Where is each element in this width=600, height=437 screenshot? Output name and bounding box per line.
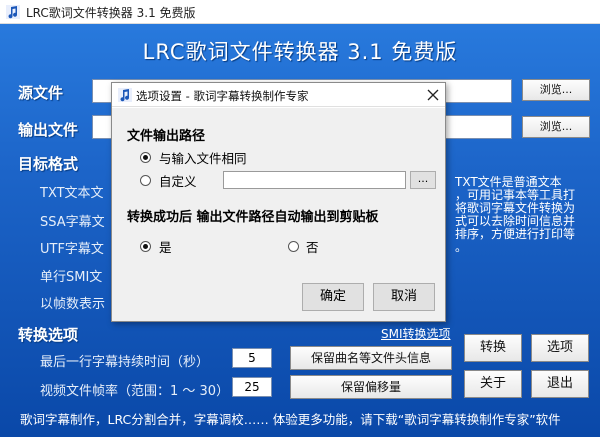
options-dialog: 选项设置 - 歌词字幕转换制作专家 文件输出路径 与输入文件相同 自定义 ...…: [111, 82, 446, 322]
about-button[interactable]: 关于: [464, 370, 522, 398]
footer-promo: 歌词字幕制作，LRC分割合并，字幕调校…… 体验更多功能，请下载“歌词字幕转换制…: [20, 412, 561, 427]
app-banner: LRC歌词文件转换器 3.1 免费版: [142, 40, 458, 64]
format-option-ssa[interactable]: SSA字幕文: [40, 211, 105, 230]
clipboard-no-label[interactable]: 否: [306, 237, 319, 256]
convert-button[interactable]: 转换: [464, 334, 522, 362]
clipboard-yes-radio[interactable]: [140, 241, 151, 252]
output-path-section-title: 文件输出路径: [127, 129, 206, 144]
custom-path-radio[interactable]: [140, 175, 151, 186]
source-file-label: 源文件: [18, 84, 64, 102]
framerate-label: 视频文件帧率（范围：1 ～ 30）: [40, 384, 230, 399]
dialog-body: 文件输出路径 与输入文件相同 自定义 ... 转换成功后 输出文件路径自动输出到…: [112, 108, 445, 321]
keep-header-button[interactable]: 保留曲名等文件头信息: [290, 346, 452, 370]
clipboard-no-radio[interactable]: [288, 241, 299, 252]
smi-options-link[interactable]: SMI转换选项: [381, 325, 451, 342]
music-note-icon: [118, 88, 132, 102]
window-title: LRC歌词文件转换器 3.1 免费版: [26, 6, 196, 20]
source-browse-button[interactable]: 浏览...: [522, 79, 590, 101]
conversion-options-label: 转换选项: [18, 326, 79, 344]
output-browse-button[interactable]: 浏览...: [522, 116, 590, 138]
exit-button[interactable]: 退出: [531, 370, 589, 398]
same-as-input-label[interactable]: 与输入文件相同: [159, 148, 247, 167]
clipboard-section-title: 转换成功后 输出文件路径自动输出到剪贴板: [127, 210, 379, 225]
format-option-txt[interactable]: TXT文本文: [40, 182, 104, 201]
format-option-smi[interactable]: 单行SMI文: [40, 266, 102, 285]
close-icon[interactable]: [424, 86, 442, 104]
target-format-label: 目标格式: [18, 155, 79, 173]
keep-offset-button[interactable]: 保留偏移量: [290, 375, 452, 399]
custom-path-label[interactable]: 自定义: [159, 171, 197, 190]
output-file-label: 输出文件: [18, 121, 79, 139]
format-option-utf[interactable]: UTF字幕文: [40, 238, 104, 257]
custom-path-input[interactable]: [223, 171, 406, 189]
duration-label: 最后一行字幕持续时间（秒）: [40, 355, 210, 370]
same-as-input-radio[interactable]: [140, 152, 151, 163]
duration-input[interactable]: 5: [232, 348, 272, 368]
framerate-input[interactable]: 25: [232, 377, 272, 397]
ok-button[interactable]: 确定: [302, 283, 364, 311]
clipboard-yes-label[interactable]: 是: [159, 237, 172, 256]
format-description-text: TXT文件是普通文本 ，可用记事本等工具打 将歌词字幕文件转换为 式可以去除时间…: [455, 175, 576, 254]
cancel-button[interactable]: 取消: [373, 283, 435, 311]
custom-path-browse-button[interactable]: ...: [410, 171, 436, 189]
options-button[interactable]: 选项: [531, 334, 589, 362]
title-bar: LRC歌词文件转换器 3.1 免费版: [0, 0, 600, 24]
dialog-title: 选项设置 - 歌词字幕转换制作专家: [136, 89, 309, 103]
music-note-icon: [6, 5, 20, 19]
dialog-title-bar: 选项设置 - 歌词字幕转换制作专家: [112, 83, 445, 107]
format-description: TXT文件是普通文本 ，可用记事本等工具打 将歌词字幕文件转换为 式可以去除时间…: [455, 176, 590, 254]
format-option-frames[interactable]: 以帧数表示: [40, 293, 105, 312]
